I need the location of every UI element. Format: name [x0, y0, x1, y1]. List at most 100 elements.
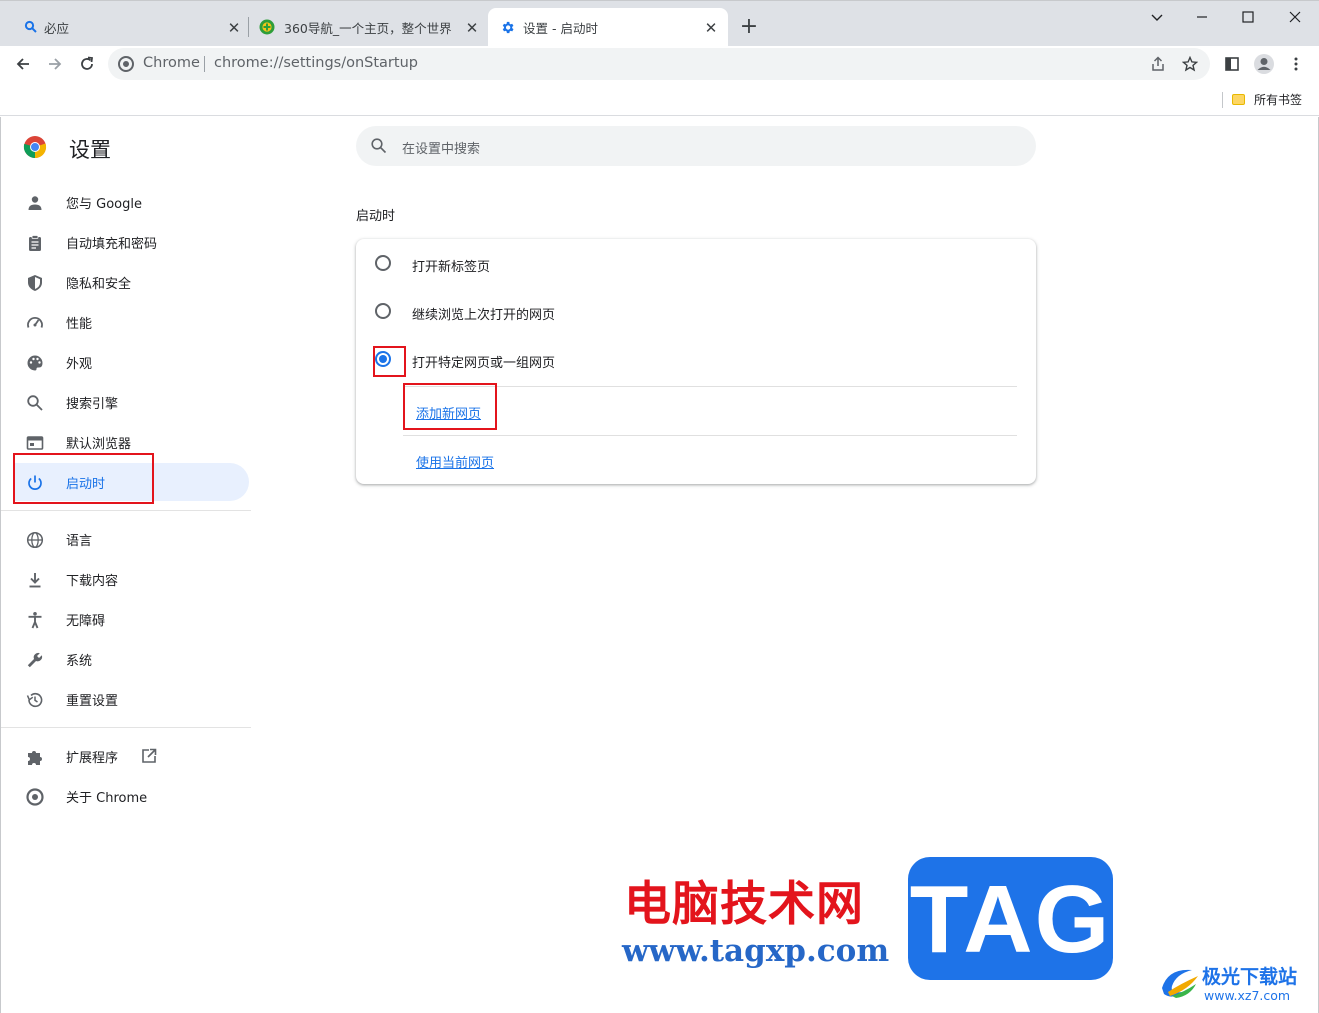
watermark-tag-text: TAG	[909, 866, 1112, 973]
side-panel-button[interactable]	[1220, 52, 1244, 76]
toolbar: Chrome chrome://settings/onStartup	[0, 46, 1319, 84]
highlight-box	[373, 346, 406, 377]
tab-360[interactable]: 360导航_一个主页，整个世界 ✕	[250, 8, 486, 47]
sidebar-item-search-engine[interactable]: 搜索引擎	[15, 383, 249, 421]
chrome-logo-icon	[23, 136, 47, 159]
sidebar-item-languages[interactable]: 语言	[15, 520, 249, 558]
star-icon	[1182, 56, 1198, 72]
tab-separator	[248, 17, 249, 37]
person-icon	[28, 196, 42, 210]
option-new-tab[interactable]: 打开新标签页	[356, 240, 1036, 284]
sidebar-item-label: 隐私和安全	[66, 276, 132, 292]
tab-settings[interactable]: 设置 - 启动时 ✕	[488, 8, 728, 47]
tab-title: 360导航_一个主页，整个世界	[284, 21, 452, 36]
profile-button[interactable]	[1252, 52, 1276, 76]
sidebar-divider	[1, 727, 251, 728]
sidebar-item-accessibility[interactable]: 无障碍	[15, 600, 249, 638]
option-label: 打开新标签页	[412, 260, 491, 275]
card-divider	[403, 435, 1017, 436]
address-bar[interactable]: Chrome chrome://settings/onStartup	[108, 48, 1210, 80]
sidebar-item-label: 扩展程序	[66, 750, 119, 766]
sidebar-item-label: 语言	[66, 533, 93, 549]
menu-button[interactable]	[1284, 52, 1308, 76]
sidebar-item-label: 关于 Chrome	[66, 790, 148, 806]
back-button[interactable]	[9, 50, 37, 78]
radio-button[interactable]	[375, 255, 391, 271]
download-icon	[29, 573, 41, 588]
watermark-brand: 极光下载站	[1202, 966, 1298, 988]
maximize-icon	[1242, 11, 1254, 23]
shield-icon	[28, 275, 42, 291]
close-icon[interactable]: ✕	[226, 19, 242, 37]
page-title: 设置	[69, 138, 111, 162]
all-bookmarks-button[interactable]: 所有书签	[1232, 91, 1302, 108]
sidebar-item-label: 性能	[66, 316, 93, 332]
open-in-new-icon	[142, 748, 157, 763]
sidebar-item-autofill[interactable]: 自动填充和密码	[15, 223, 249, 261]
speedometer-icon	[27, 317, 43, 328]
omnibox-divider	[204, 56, 205, 72]
new-tab-button[interactable]: +	[736, 15, 762, 41]
sidebar-divider	[1, 510, 251, 511]
highlight-box	[13, 453, 154, 504]
sidebar-item-reset[interactable]: 重置设置	[15, 680, 249, 718]
minimize-button[interactable]	[1188, 5, 1216, 29]
arrow-right-icon	[49, 58, 62, 70]
sidebar-item-about-chrome[interactable]: 关于 Chrome	[15, 777, 249, 815]
search-placeholder: 在设置中搜索	[402, 142, 481, 157]
accessibility-icon	[28, 612, 42, 629]
tab-search-button[interactable]	[1143, 5, 1171, 29]
forward-button[interactable]	[41, 50, 69, 78]
site-chip-label: Chrome	[143, 55, 200, 71]
use-current-pages-link[interactable]: 使用当前网页	[416, 452, 494, 471]
tab-bing[interactable]: 必应 ✕	[8, 8, 248, 47]
clipboard-icon	[29, 235, 41, 251]
search-icon	[371, 138, 387, 154]
watermark-text: 电脑技术网	[624, 877, 864, 932]
tab-strip: 必应 ✕ 360导航_一个主页，整个世界 ✕ 设置 - 启动时 ✕ +	[0, 0, 1319, 47]
bookmark-star-button[interactable]	[1180, 54, 1200, 74]
search-icon	[24, 20, 37, 33]
section-title: 启动时	[356, 209, 396, 224]
watermark-url: www.tagxp.com	[622, 933, 890, 969]
option-label: 继续浏览上次打开的网页	[412, 308, 556, 323]
browser-window-icon	[26, 436, 44, 450]
sidebar-item-label: 外观	[66, 356, 93, 372]
settings-search-input[interactable]: 在设置中搜索	[356, 126, 1036, 166]
share-icon	[1152, 56, 1164, 71]
reload-button[interactable]	[73, 50, 101, 78]
tab-title: 必应	[44, 21, 70, 36]
arrow-left-icon	[16, 58, 29, 70]
chevron-down-icon	[1151, 14, 1163, 21]
sidebar-item-extensions[interactable]: 扩展程序	[15, 737, 249, 775]
url-text[interactable]: chrome://settings/onStartup	[214, 55, 418, 71]
sidebar-item-label: 重置设置	[66, 693, 119, 709]
reload-icon	[81, 56, 94, 70]
option-continue[interactable]: 继续浏览上次打开的网页	[356, 288, 1036, 332]
watermark-tag-logo: TAG	[908, 857, 1113, 980]
option-label: 打开特定网页或一组网页	[412, 356, 556, 371]
wrench-icon	[27, 652, 43, 668]
window-close-button[interactable]	[1281, 5, 1309, 29]
close-icon[interactable]: ✕	[464, 19, 480, 37]
radio-button[interactable]	[375, 303, 391, 319]
sidebar-item-label: 您与 Google	[66, 196, 142, 212]
sidebar-item-you-and-google[interactable]: 您与 Google	[15, 183, 249, 221]
share-button[interactable]	[1148, 54, 1168, 74]
option-specific-pages[interactable]: 打开特定网页或一组网页	[356, 336, 1036, 380]
puzzle-icon	[28, 751, 42, 765]
360-icon	[259, 19, 275, 35]
sidebar-item-privacy[interactable]: 隐私和安全	[15, 263, 249, 301]
chrome-icon	[118, 56, 134, 72]
tab-title: 设置 - 启动时	[523, 21, 598, 36]
sidebar-item-downloads[interactable]: 下载内容	[15, 560, 249, 598]
avatar-icon	[1254, 54, 1274, 74]
sidebar-item-system[interactable]: 系统	[15, 640, 249, 678]
sidebar-item-performance[interactable]: 性能	[15, 303, 249, 341]
close-icon[interactable]: ✕	[703, 19, 719, 37]
swirl-logo-icon	[1162, 969, 1198, 998]
search-icon	[27, 395, 43, 411]
maximize-button[interactable]	[1234, 5, 1262, 29]
sidebar-item-appearance[interactable]: 外观	[15, 343, 249, 381]
highlight-box	[403, 383, 497, 430]
